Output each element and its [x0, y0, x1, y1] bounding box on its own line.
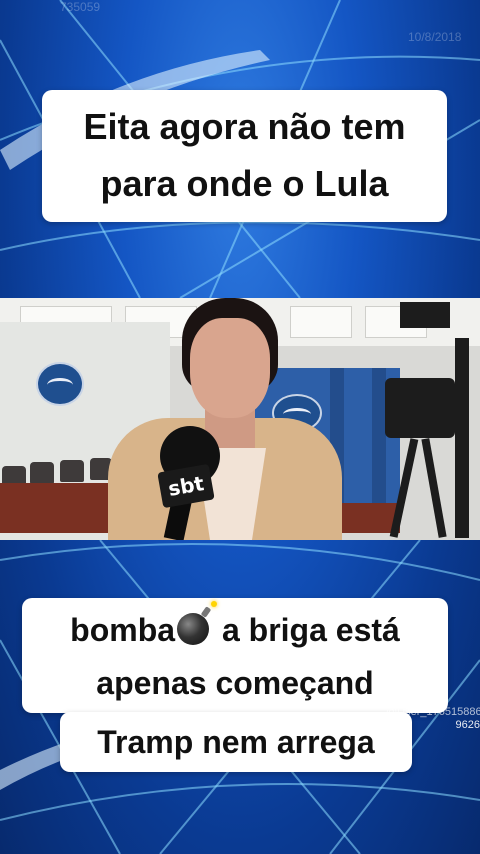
- video-frame[interactable]: sbt: [0, 298, 480, 540]
- kwai-watermark[interactable]: Kwai @User_1765158863 9626: [386, 680, 480, 732]
- seat: [60, 460, 84, 482]
- bottom-caption-line-2: apenas começand: [96, 665, 374, 701]
- seating-rows: [0, 483, 110, 533]
- spark-icon: [211, 601, 218, 607]
- ceiling-panel: [290, 306, 352, 338]
- bottom-caption-line-3: Tramp nem arrega: [97, 724, 375, 760]
- tripod-leg: [421, 438, 447, 538]
- reporter-face: [190, 318, 270, 418]
- top-caption-line-1: Eita agora não tem: [83, 106, 406, 147]
- faint-code: 735059: [60, 0, 101, 14]
- kwai-logo-icon: Kwai: [390, 679, 447, 706]
- camera-pole: [455, 338, 469, 538]
- curtain: [372, 368, 386, 518]
- bottom-caption-line-1-rest: a briga está: [221, 612, 400, 648]
- seat: [30, 462, 54, 484]
- press-seal-left: [36, 362, 84, 406]
- camera-monitor: [400, 302, 450, 328]
- camera-body: [385, 378, 455, 438]
- faint-date: 10/8/2018: [408, 30, 462, 44]
- bottom-caption-line-1: bomba a briga está: [22, 601, 448, 657]
- bomb-icon: [177, 601, 218, 645]
- top-caption-line-2: para onde o Lula: [100, 163, 389, 204]
- watermark-user: @User_1765158863: [386, 706, 480, 718]
- bottom-caption-line-3-box: Tramp nem arrega: [60, 712, 412, 772]
- bottom-caption: bomba a briga está apenas começand: [22, 598, 448, 713]
- watermark-user-id: 9626: [455, 719, 480, 731]
- top-caption: Eita agora não tem para onde o Lula: [42, 90, 447, 222]
- bottom-caption-bomba: bomba: [70, 612, 176, 648]
